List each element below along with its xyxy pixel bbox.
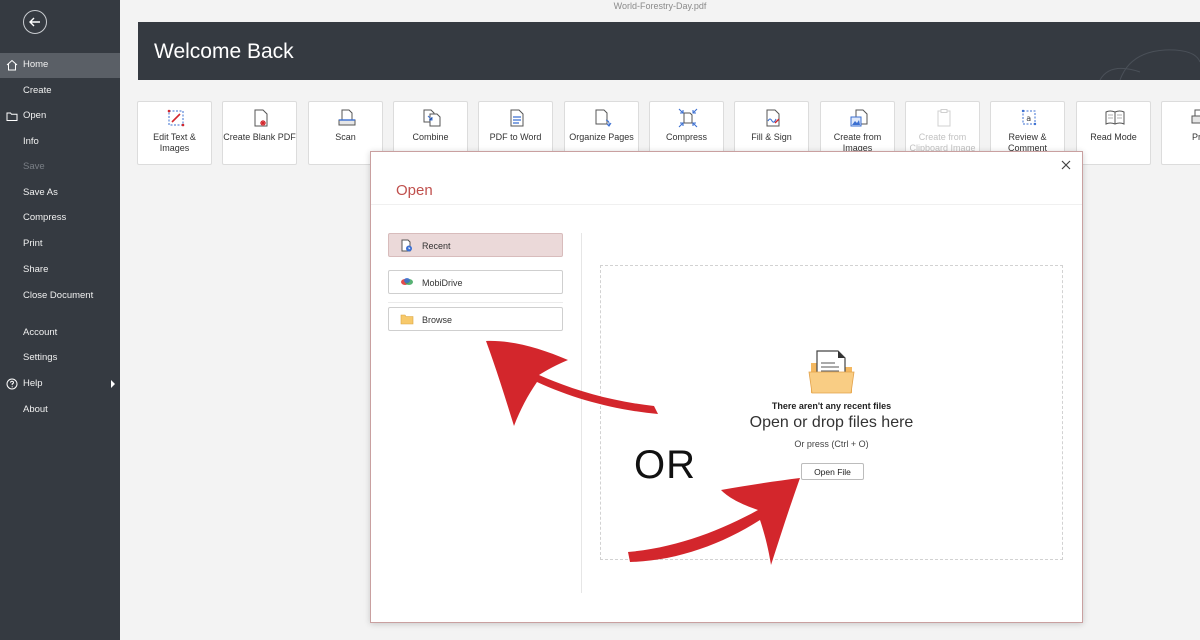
tool-read-mode[interactable]: Read Mode: [1076, 101, 1151, 165]
home-icon: [6, 59, 18, 71]
sidebar-item-label: Open: [23, 110, 47, 121]
svg-text:a: a: [1026, 114, 1031, 123]
sidebar-item-label: Settings: [23, 352, 58, 363]
sidebar-item-open[interactable]: Open: [0, 104, 120, 129]
sidebar-item-home[interactable]: Home: [0, 53, 120, 78]
location-label: MobiDrive: [422, 278, 463, 288]
sidebar-item-settings[interactable]: Settings: [0, 346, 120, 371]
tool-print[interactable]: Pri: [1161, 101, 1200, 165]
sidebar-item-label: Create: [23, 85, 52, 96]
sidebar-item-label: Share: [23, 264, 49, 275]
banner-decoration: [1099, 49, 1200, 80]
sidebar-item-account[interactable]: Account: [0, 321, 120, 346]
organize-pages-icon: [595, 109, 612, 127]
window-title: World-Forestry-Day.pdf: [613, 1, 707, 11]
sidebar-item-label: Compress: [23, 212, 67, 223]
welcome-banner: Welcome Back: [138, 22, 1200, 80]
create-blank-icon: [254, 109, 268, 127]
banner-title: Welcome Back: [154, 40, 294, 63]
tool-label: Compress: [665, 132, 707, 142]
folder-icon: [6, 112, 18, 121]
tool-label: Scan: [335, 132, 356, 142]
clipboard-icon: [937, 109, 951, 127]
sidebar-item-about[interactable]: About: [0, 398, 120, 423]
tool-label: Combine: [412, 132, 449, 142]
compress-icon: [678, 108, 698, 128]
sidebar-item-save-as[interactable]: Save As: [0, 181, 120, 206]
drop-instruction: Open or drop files here: [749, 414, 914, 431]
sidebar-item-help[interactable]: Help: [0, 372, 120, 397]
sidebar-item-label: Close Document: [23, 290, 94, 301]
tool-edit-text-images[interactable]: Edit Text & Images: [137, 101, 212, 165]
sidebar-item-label: Save: [23, 161, 45, 172]
location-label: Recent: [422, 241, 451, 251]
sidebar-item-label: Print: [23, 238, 43, 249]
sidebar-item-info[interactable]: Info: [0, 130, 120, 155]
location-browse[interactable]: Browse: [388, 307, 563, 331]
open-dialog: Open Recent MobiDrive Browse There aren'…: [370, 151, 1083, 623]
tool-label: Create Blank PDF: [223, 132, 296, 142]
chevron-right-icon: [111, 380, 115, 388]
close-icon[interactable]: [1060, 159, 1072, 171]
or-annotation: OR: [634, 443, 696, 487]
empty-folder-icon: [808, 350, 855, 394]
sidebar-item-print[interactable]: Print: [0, 232, 120, 257]
edit-text-icon: [167, 109, 185, 127]
browse-folder-icon: [400, 314, 414, 325]
open-file-button[interactable]: Open File: [801, 463, 864, 480]
tool-label: Fill & Sign: [751, 132, 792, 142]
sidebar-item-save: Save: [0, 155, 120, 180]
create-images-icon: [850, 109, 868, 127]
tool-label: Pri: [1192, 132, 1200, 142]
mobidrive-icon: [401, 278, 413, 285]
sidebar-item-label: Save As: [23, 187, 58, 198]
sidebar: Home Create Open Info Save Save As Compr…: [0, 0, 120, 640]
sidebar-item-label: Account: [23, 327, 58, 338]
location-label: Browse: [422, 315, 453, 325]
read-mode-icon: [1105, 110, 1125, 125]
sidebar-item-label: About: [23, 404, 48, 415]
sidebar-item-label: Info: [23, 136, 39, 147]
review-icon: a: [1021, 109, 1037, 126]
file-drop-zone[interactable]: There aren't any recent files Open or dr…: [600, 265, 1063, 560]
fill-sign-icon: [766, 109, 780, 127]
back-arrow-icon: [29, 17, 40, 27]
recent-icon: [401, 239, 412, 252]
sidebar-item-close-document[interactable]: Close Document: [0, 284, 120, 309]
sidebar-item-share[interactable]: Share: [0, 258, 120, 283]
sidebar-item-label: Help: [23, 378, 43, 389]
empty-state-title: There aren't any recent files: [771, 401, 892, 411]
scan-icon: [338, 109, 356, 126]
location-mobidrive[interactable]: MobiDrive: [388, 270, 563, 294]
sidebar-item-create[interactable]: Create: [0, 79, 120, 104]
dialog-title: Open: [396, 182, 433, 199]
print-icon: [1191, 109, 1200, 124]
location-divider: [388, 302, 563, 303]
sidebar-item-label: Home: [23, 59, 49, 70]
back-button[interactable]: [23, 10, 47, 34]
combine-icon: [423, 109, 441, 127]
tool-label: Read Mode: [1090, 132, 1137, 142]
tool-label: Organize Pages: [569, 132, 634, 142]
help-icon: [6, 378, 18, 390]
tool-create-blank-pdf[interactable]: Create Blank PDF: [222, 101, 297, 165]
panel-divider: [581, 233, 582, 593]
title-divider: [371, 204, 1082, 205]
location-recent[interactable]: Recent: [388, 233, 563, 257]
tool-label: Edit Text & Images: [153, 132, 196, 153]
pdf-to-word-icon: [510, 109, 524, 127]
tool-label: PDF to Word: [489, 132, 542, 142]
sidebar-item-compress[interactable]: Compress: [0, 206, 120, 231]
